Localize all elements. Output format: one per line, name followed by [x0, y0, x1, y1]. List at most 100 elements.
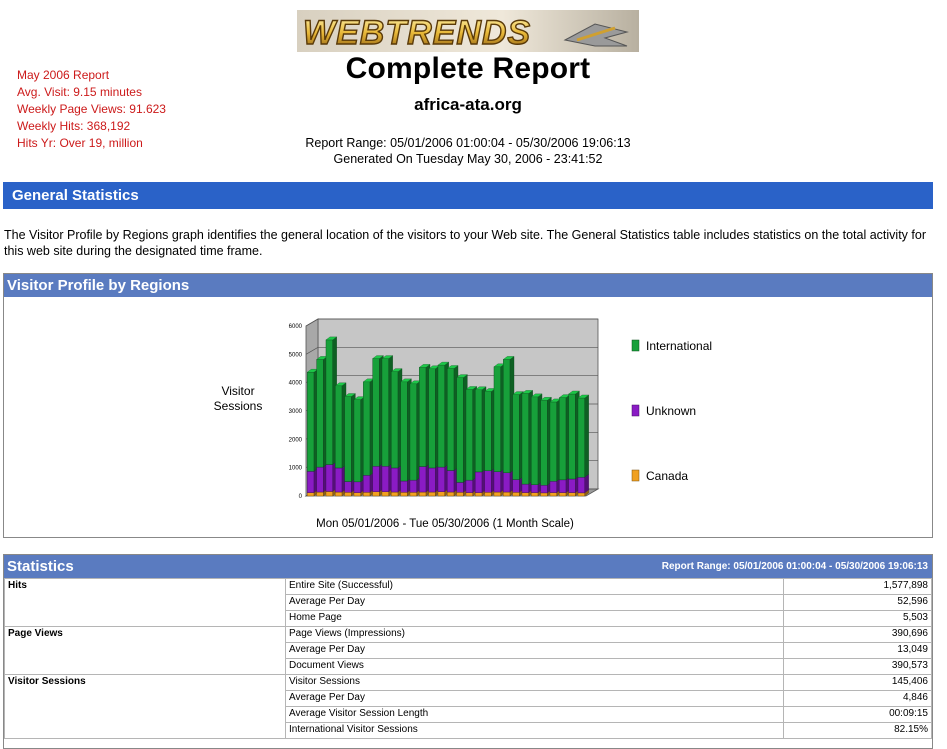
bar-segment [493, 471, 501, 493]
bar-segment [503, 359, 511, 473]
bar-segment [344, 492, 352, 497]
table-row: Page Views Page Views (Impressions) 390,… [4, 626, 932, 675]
bar-segment [353, 399, 361, 483]
row-value: 145,406 [783, 674, 932, 691]
bar-segment [465, 389, 473, 481]
row-value: 00:09:15 [783, 706, 932, 723]
bar-segment [363, 475, 371, 493]
bar-segment [391, 491, 399, 497]
bar-segment [447, 470, 455, 493]
bar-segment [512, 394, 520, 480]
y-tick-label: 3000 [289, 409, 303, 415]
group-label-page-views: Page Views [4, 626, 286, 675]
group-label-visitor-sessions: Visitor Sessions [4, 674, 286, 739]
y-axis-label: Visitor Sessions [214, 384, 263, 413]
bar-segment [531, 396, 539, 485]
bar-segment [372, 491, 380, 497]
bar-side [584, 474, 589, 494]
bar-segment [577, 397, 585, 478]
bar-segment [512, 479, 520, 493]
y-tick-label: 0 [299, 494, 303, 500]
bar-segment [419, 491, 427, 497]
bar-segment [428, 467, 436, 493]
y-tick-label: 1000 [289, 466, 303, 472]
report-range-block: Report Range: 05/01/2006 01:00:04 - 05/3… [240, 135, 696, 167]
visitor-profile-panel: Visitor Profile by Regions 0 1000 2000 3000… [3, 273, 933, 538]
bar-segment [512, 492, 520, 497]
row-value: 13,049 [783, 642, 932, 659]
bar-segment [568, 478, 576, 493]
y-tick-label: 5000 [289, 352, 303, 358]
bar-segment [465, 479, 473, 493]
row-label: International Visitor Sessions [285, 722, 784, 739]
bar-segment [307, 371, 315, 472]
bar-segment [484, 470, 492, 493]
bar-segment [307, 492, 315, 497]
row-value: 82.15% [783, 722, 932, 739]
visitor-profile-chart: 0 1000 2000 3000 4000 5000 6000 Visitor Sessions… [214, 318, 712, 530]
row-value: 390,573 [783, 658, 932, 675]
bar-segment [335, 491, 343, 497]
bar-segment [531, 492, 539, 497]
bar-segment [391, 371, 399, 469]
side-note: May 2006 Report [17, 68, 110, 82]
bar-segment [559, 479, 567, 493]
side-note: Hits Yr: Over 19, million [17, 136, 143, 150]
bar-segment [447, 368, 455, 471]
bar-segment [503, 472, 511, 493]
bar-segment [465, 492, 473, 497]
bar-segment [344, 396, 352, 482]
bar-segment [400, 480, 408, 493]
bar-segment [493, 491, 501, 497]
bar-segment [456, 492, 464, 497]
legend-swatch [631, 404, 640, 417]
bar-segment [353, 492, 361, 497]
row-label: Home Page [285, 610, 784, 627]
bar-segment [531, 484, 539, 493]
svg-text:WEBTRENDS: WEBTRENDS [303, 14, 531, 52]
bar-segment [577, 492, 585, 497]
side-note: Weekly Hits: 368,192 [17, 119, 131, 133]
report-range: Report Range: 05/01/2006 01:00:04 - 05/3… [305, 136, 631, 150]
bar-segment [437, 466, 445, 492]
site-domain: africa-ata.org [414, 95, 522, 114]
bar-segment [409, 479, 417, 493]
legend-label: Canada [646, 469, 688, 483]
row-value: 390,696 [783, 626, 932, 643]
bar-segment [391, 467, 399, 493]
row-label: Document Views [285, 658, 784, 675]
bar-segment [475, 389, 483, 473]
bar-segment [521, 393, 529, 485]
bar-segment [325, 464, 333, 492]
bar-segment [316, 491, 324, 497]
statistics-table: Hits Entire Site (Successful) 1,577,898 … [4, 578, 932, 739]
bar-segment [521, 492, 529, 497]
bar-segment [344, 481, 352, 493]
bar-segment [335, 467, 343, 493]
legend-label: Unknown [646, 404, 696, 418]
page-title: Complete Report [345, 52, 591, 85]
legend-swatch [631, 469, 640, 482]
webtrends-logo: WEBTRENDS [297, 10, 639, 52]
row-label: Visitor Sessions [285, 674, 784, 691]
bar-segment [540, 485, 548, 494]
bar-segment [549, 401, 557, 482]
bar-segment [372, 358, 380, 467]
bar-side [584, 394, 589, 478]
row-label: Average Per Day [285, 690, 784, 707]
bar-segment [325, 339, 333, 465]
row-value: 52,596 [783, 594, 932, 611]
y-tick-label: 2000 [289, 437, 303, 443]
statistics-range: Report Range: 05/01/2006 01:00:04 - 05/3… [661, 561, 928, 572]
row-label: Entire Site (Successful) [285, 578, 784, 595]
bar-segment [409, 492, 417, 497]
bar-segment [409, 383, 417, 481]
bar-segment [493, 366, 501, 472]
statistics-header: Statistics Report Range: 05/01/2006 01:0… [4, 555, 932, 578]
bar-segment [549, 492, 557, 497]
bar-segment [400, 381, 408, 482]
bar-segment [428, 491, 436, 497]
y-tick-label: 4000 [289, 381, 303, 387]
bar-segment [316, 359, 324, 468]
bar-segment [381, 466, 389, 492]
